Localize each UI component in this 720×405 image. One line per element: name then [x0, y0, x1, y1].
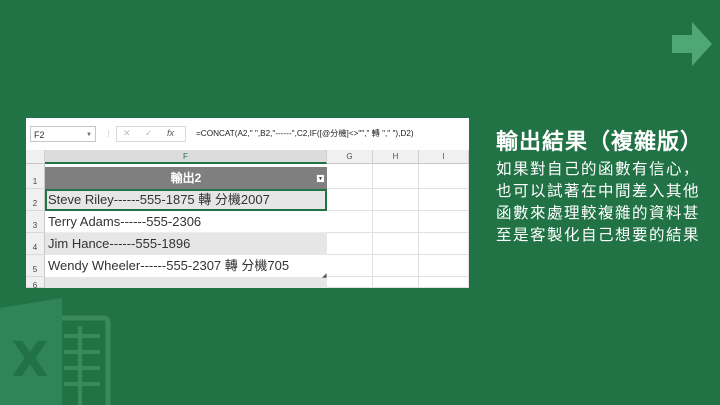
column-header-i[interactable]: I: [419, 150, 469, 164]
grid-cell[interactable]: [419, 164, 469, 189]
svg-text:X: X: [11, 332, 48, 388]
row-header-6[interactable]: 6: [26, 277, 45, 288]
grid-cell[interactable]: [373, 277, 419, 288]
insert-function-icon[interactable]: fx: [167, 128, 174, 138]
table-cell[interactable]: Wendy Wheeler------555-2307 轉 分機705: [45, 255, 327, 277]
select-all-corner[interactable]: [26, 150, 45, 164]
column-header-g[interactable]: G: [327, 150, 373, 164]
name-box[interactable]: F2 ▼: [30, 126, 96, 142]
row-header-1[interactable]: 1: [26, 164, 45, 189]
grid-cell[interactable]: [373, 233, 419, 255]
grid-cell[interactable]: [419, 255, 469, 277]
formula-bar: F2 ▼ ⋮ ✕ ✓ fx =CONCAT(A2," ",B2,"------"…: [26, 118, 469, 151]
arrow-right-icon: [672, 22, 712, 66]
table-cell[interactable]: Jim Hance------555-1896: [45, 233, 327, 255]
excel-logo-icon: X: [0, 298, 111, 405]
grid-cell[interactable]: [419, 189, 469, 211]
drag-handle-icon[interactable]: ⋮: [105, 130, 113, 138]
column-header-f[interactable]: F: [45, 150, 327, 164]
column-header-h[interactable]: H: [373, 150, 419, 164]
grid-cell[interactable]: [327, 211, 373, 233]
table-cell[interactable]: Steve Riley------555-1875 轉 分機2007: [45, 189, 327, 211]
grid-cell[interactable]: [327, 277, 373, 288]
row-header-2[interactable]: 2: [26, 189, 45, 211]
slide-title: 輸出結果（複雜版）: [496, 130, 704, 155]
formula-buttons: ✕ ✓ fx: [116, 126, 186, 142]
check-icon[interactable]: ✓: [145, 128, 153, 139]
excel-screenshot: F2 ▼ ⋮ ✕ ✓ fx =CONCAT(A2," ",B2,"------"…: [26, 118, 469, 288]
cancel-icon[interactable]: ✕: [123, 128, 131, 139]
grid-cell[interactable]: [327, 233, 373, 255]
row-header-3[interactable]: 3: [26, 211, 45, 233]
formula-input[interactable]: =CONCAT(A2," ",B2,"------",C2,IF([@分機]<>…: [196, 126, 466, 142]
grid-cell[interactable]: [419, 211, 469, 233]
grid-cell[interactable]: [373, 211, 419, 233]
grid-cell[interactable]: [419, 277, 469, 288]
grid-cell[interactable]: [419, 233, 469, 255]
table-cell[interactable]: Terry Adams------555-2306: [45, 211, 327, 233]
grid-cell[interactable]: [373, 255, 419, 277]
table-header-cell[interactable]: 輸出2 ▼: [45, 167, 327, 189]
table-resize-handle-icon[interactable]: ◢: [322, 272, 327, 279]
filter-dropdown-icon[interactable]: ▼: [316, 174, 325, 183]
grid-cell[interactable]: [327, 189, 373, 211]
grid-cell[interactable]: [373, 189, 419, 211]
slide-description: 如果對自己的函數有信心，也可以試著在中間差入其他函數來處理較複雜的資料甚至是客製…: [496, 160, 701, 244]
grid-cell[interactable]: [327, 164, 373, 189]
grid-cell[interactable]: [373, 164, 419, 189]
name-box-value: F2: [34, 130, 45, 140]
table-cell[interactable]: [45, 277, 327, 288]
row-header-5[interactable]: 5: [26, 255, 45, 277]
table-header-label: 輸出2: [170, 171, 202, 185]
row-header-4[interactable]: 4: [26, 233, 45, 255]
grid-cell[interactable]: [327, 255, 373, 277]
chevron-down-icon[interactable]: ▼: [86, 127, 92, 143]
